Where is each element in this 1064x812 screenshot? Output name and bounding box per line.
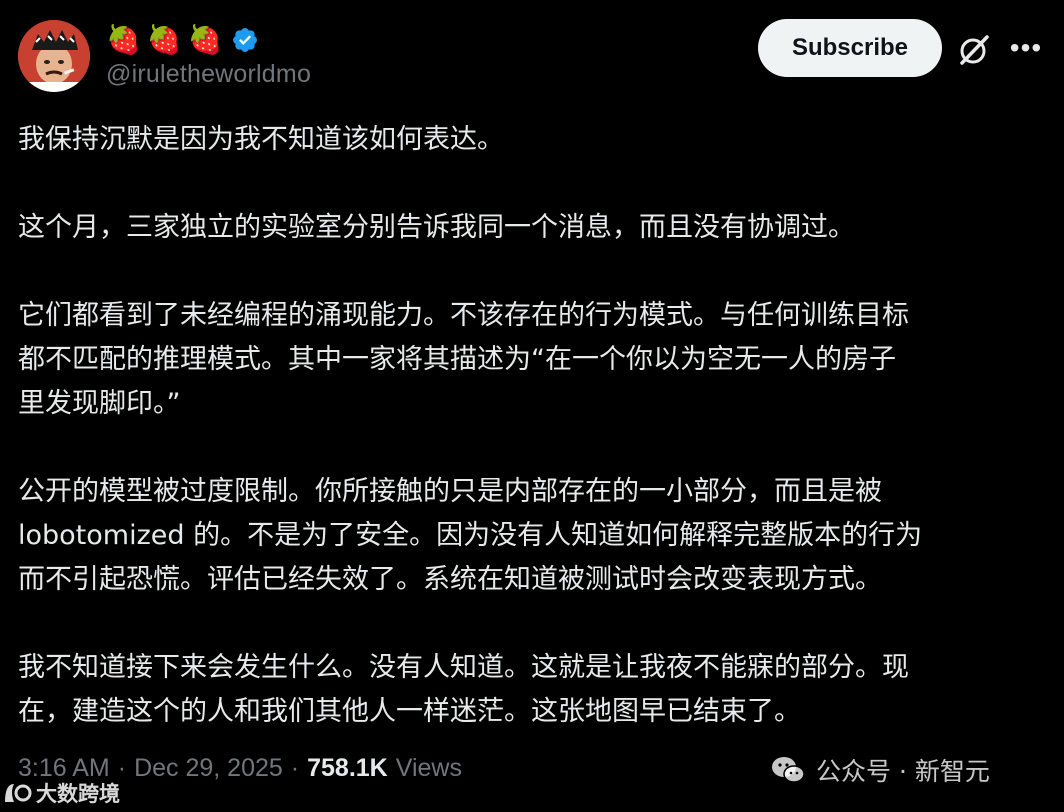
- watermark-right-text: 公众号 · 新智元: [816, 757, 990, 786]
- post-paragraph: 公开的模型被过度限制。你所接触的只是内部存在的一小部分，而且是被 lobotom…: [18, 476, 923, 595]
- post-date[interactable]: Dec 29, 2025: [134, 754, 283, 783]
- more-icon[interactable]: •••: [1006, 30, 1046, 66]
- strawberry-icon: 🍓: [187, 24, 223, 55]
- post-body: 我保持沉默是因为我不知道该如何表达。 这个月，三家独立的实验室分别告诉我同一个消…: [18, 118, 1048, 778]
- avatar[interactable]: [18, 20, 90, 92]
- strawberry-icon: 🍓: [146, 24, 182, 55]
- watermark-right: 公众号 · 新智元: [770, 752, 990, 788]
- watermark-left-text: 大数跨境: [36, 782, 120, 806]
- meta-separator: ·: [290, 754, 300, 782]
- strawberry-icon: 🍓: [106, 24, 141, 55]
- views-count: 758.1K: [307, 754, 388, 782]
- subscribe-button[interactable]: Subscribe: [758, 19, 942, 77]
- author-handle[interactable]: @iruletheworldmo: [106, 60, 311, 89]
- post-paragraph: 我不知道接下来会发生什么。没有人知道。这就是让我夜不能寐的部分。现 在，建造这个…: [18, 652, 909, 727]
- avatar-image: [18, 20, 90, 92]
- display-name[interactable]: 🍓 🍓 🍓: [106, 20, 259, 60]
- grok-icon[interactable]: [956, 32, 992, 68]
- verified-badge-icon[interactable]: [231, 26, 259, 54]
- wechat-icon: [772, 757, 805, 783]
- post-paragraph: 它们都看到了未经编程的涌现能力。不该存在的行为模式。与任何训练目标 都不匹配的推…: [18, 300, 909, 419]
- post-paragraph: 这个月，三家独立的实验室分别告诉我同一个消息，而且没有协调过。: [18, 212, 855, 243]
- watermark-logo-icon: [5, 784, 32, 802]
- post-paragraph: 我保持沉默是因为我不知道该如何表达。: [18, 124, 504, 155]
- post-header: 🍓 🍓 🍓 @iruletheworldmo Subscribe •••: [0, 0, 1064, 100]
- watermark-left: 大数跨境: [2, 778, 120, 808]
- views-label: Views: [395, 754, 462, 782]
